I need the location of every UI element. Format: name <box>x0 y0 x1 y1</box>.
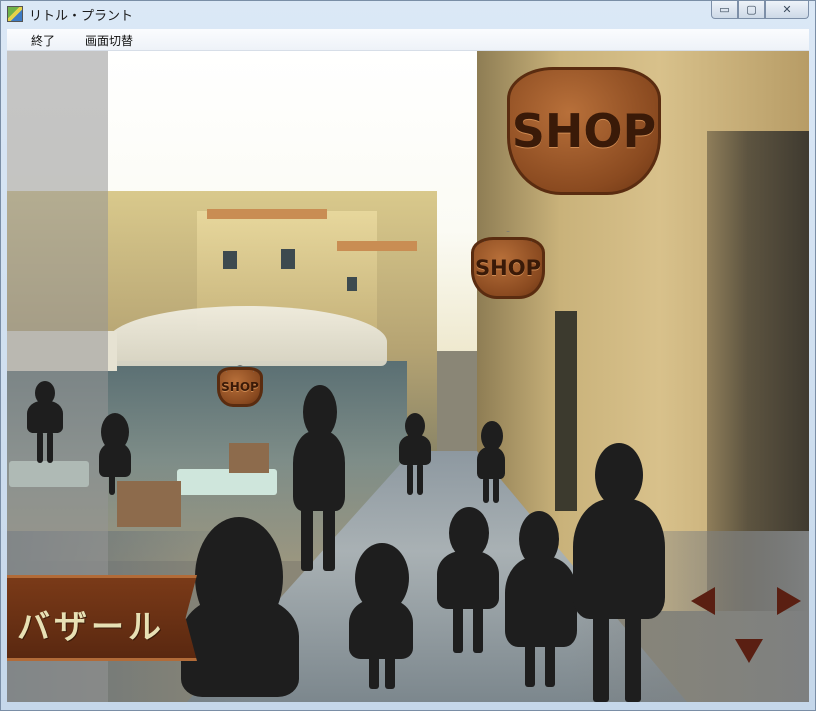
minimize-button[interactable]: ▭ <box>711 1 738 19</box>
npc-silhouette[interactable] <box>181 517 299 702</box>
close-icon: ✕ <box>782 3 792 16</box>
title-bar[interactable]: リトル・プラント ▭ ▢ ✕ <box>1 1 815 27</box>
roof <box>337 241 417 251</box>
building-window <box>223 251 237 269</box>
game-canvas[interactable]: SHOP SHOP SHOP バザール <box>7 51 809 702</box>
shop-sign-medium[interactable]: SHOP <box>471 237 545 299</box>
npc-silhouette[interactable] <box>25 381 65 467</box>
window-controls: ▭ ▢ ✕ <box>711 1 809 19</box>
npc-silhouette[interactable] <box>431 507 505 657</box>
app-icon <box>7 6 23 22</box>
npc-silhouette[interactable] <box>563 443 673 702</box>
npc-silhouette[interactable] <box>473 421 509 505</box>
shop-sign-small[interactable]: SHOP <box>217 367 263 407</box>
maximize-icon: ▢ <box>746 3 757 16</box>
window-title: リトル・プラント <box>29 9 134 24</box>
location-name: バザール <box>17 607 165 646</box>
app-window: リトル・プラント ▭ ▢ ✕ 終了 画面切替 SHOP SHOP SHOP バザ… <box>0 0 816 711</box>
menu-item-switch-screen[interactable]: 画面切替 <box>85 32 133 49</box>
maximize-button[interactable]: ▢ <box>738 1 765 19</box>
npc-silhouette[interactable] <box>395 413 435 497</box>
close-button[interactable]: ✕ <box>765 1 809 19</box>
minimize-icon: ▭ <box>719 3 730 16</box>
building-window <box>281 249 295 269</box>
cafe-chair <box>229 443 269 473</box>
location-banner: バザール <box>7 575 197 661</box>
triangle-left-icon[interactable] <box>691 587 715 615</box>
building-window <box>347 277 357 291</box>
npc-silhouette[interactable] <box>95 413 135 497</box>
npc-silhouette[interactable] <box>347 543 417 693</box>
menu-bar: 終了 画面切替 <box>7 29 809 51</box>
shop-sign-large[interactable]: SHOP <box>507 67 661 195</box>
roof <box>207 209 327 219</box>
menu-item-quit[interactable]: 終了 <box>31 32 55 49</box>
triangle-right-icon[interactable] <box>777 587 801 615</box>
triangle-down-icon[interactable] <box>735 639 763 663</box>
